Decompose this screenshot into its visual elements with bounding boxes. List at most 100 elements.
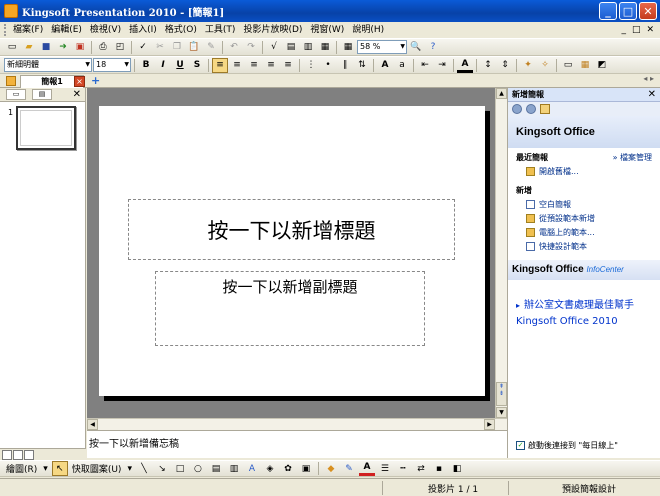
menu-edit[interactable]: 編輯(E)	[47, 22, 86, 38]
quick-design-link[interactable]: 快捷設計範本	[508, 238, 660, 252]
3d-icon[interactable]: ◧	[449, 461, 465, 476]
new-from-template-link[interactable]: 從預設範本新增	[508, 210, 660, 224]
new-tab-icon[interactable]: +	[91, 75, 102, 87]
share-icon[interactable]: ➜	[55, 40, 71, 55]
page-nav-icon[interactable]: ⇞ ⇟	[496, 382, 507, 406]
new-blank-link[interactable]: 空白簡報	[508, 196, 660, 210]
back-icon[interactable]	[512, 104, 522, 114]
tab-close-icon[interactable]: ×	[74, 76, 85, 87]
draw-menu-button[interactable]: 繪圖(R)	[4, 462, 39, 475]
line-icon[interactable]: ╲	[136, 461, 152, 476]
menu-view[interactable]: 檢視(V)	[86, 22, 125, 38]
grow-font-icon[interactable]: A	[377, 58, 393, 73]
bold-button[interactable]: B	[138, 58, 154, 73]
textbox-icon[interactable]: ▤	[208, 461, 224, 476]
mdi-close-button[interactable]: ✕	[646, 22, 654, 38]
scroll-up-icon[interactable]: ▲	[496, 88, 507, 99]
scroll-right-icon[interactable]: ▶	[484, 419, 495, 430]
shadow-icon[interactable]: ▪	[431, 461, 447, 476]
columns-icon[interactable]: ∥	[337, 58, 353, 73]
slide-thumbnail[interactable]	[16, 106, 76, 150]
slideshow-view-icon[interactable]	[24, 450, 34, 460]
bullets-icon[interactable]: •	[320, 58, 336, 73]
normal-view-icon[interactable]	[2, 450, 12, 460]
menu-slideshow[interactable]: 投影片放映(D)	[239, 22, 306, 38]
vertical-scrollbar[interactable]: ▲ ⇞ ⇟ ▼	[495, 88, 507, 418]
formula-icon[interactable]: √	[266, 40, 282, 55]
computer-templates-link[interactable]: 電腦上的範本...	[508, 224, 660, 238]
shrink-font-icon[interactable]: a	[394, 58, 410, 73]
arrow-style-icon[interactable]: ⇄	[413, 461, 429, 476]
rectangle-icon[interactable]: □	[172, 461, 188, 476]
find-icon[interactable]: 🔍	[408, 40, 424, 55]
increase-indent-icon[interactable]: ⇥	[434, 58, 450, 73]
title-placeholder[interactable]: 按一下以新增標題	[128, 199, 455, 260]
vertical-textbox-icon[interactable]: ▥	[226, 461, 242, 476]
forward-icon[interactable]	[526, 104, 536, 114]
zoom-select[interactable]: 58 %	[357, 40, 407, 54]
font-size-select[interactable]: 18	[93, 58, 131, 72]
slide-layout-icon[interactable]: ▦	[577, 58, 593, 73]
file-manage-link[interactable]: » 檔案管理	[613, 152, 652, 163]
underline-button[interactable]: U	[172, 58, 188, 73]
maximize-button[interactable]: □	[619, 2, 637, 20]
pdf-export-icon[interactable]: ▣	[72, 40, 88, 55]
animation-icon[interactable]: ✧	[537, 58, 553, 73]
distribute-icon[interactable]: ≡	[280, 58, 296, 73]
copy-icon[interactable]: ❐	[169, 40, 185, 55]
home-icon[interactable]	[540, 104, 550, 114]
format-painter-icon[interactable]: ✎	[203, 40, 219, 55]
close-button[interactable]: ✕	[639, 2, 657, 20]
task-pane-close-icon[interactable]: ✕	[648, 89, 656, 100]
spellcheck-icon[interactable]: ✓	[135, 40, 151, 55]
diagram-icon[interactable]: ◈	[262, 461, 278, 476]
scroll-down-icon[interactable]: ▼	[496, 407, 507, 418]
save-icon[interactable]: ■	[38, 40, 54, 55]
scroll-left-icon[interactable]: ◀	[87, 419, 98, 430]
menu-window[interactable]: 視窗(W)	[306, 22, 348, 38]
menu-file[interactable]: 檔案(F)	[9, 22, 47, 38]
font-name-select[interactable]: 新細明體	[4, 58, 92, 72]
tab-slides[interactable]: ▭	[6, 89, 26, 100]
fill-color-icon[interactable]: ◆	[323, 461, 339, 476]
numbering-icon[interactable]: ⋮	[303, 58, 319, 73]
new-document-icon[interactable]: ▭	[4, 40, 20, 55]
new-slide-icon[interactable]: ▭	[560, 58, 576, 73]
insert-table-icon[interactable]: ▦	[317, 40, 333, 55]
menu-grip[interactable]	[4, 24, 7, 36]
menu-insert[interactable]: 插入(I)	[125, 22, 161, 38]
mdi-minimize-button[interactable]: _	[621, 22, 626, 38]
subtitle-placeholder[interactable]: 按一下以新增副標題	[155, 271, 425, 346]
align-right-icon[interactable]: ≡	[246, 58, 262, 73]
ellipse-icon[interactable]: ○	[190, 461, 206, 476]
line-spacing-icon[interactable]: ↕	[480, 58, 496, 73]
line-style-icon[interactable]: ☰	[377, 461, 393, 476]
slide-sorter-icon[interactable]	[13, 450, 23, 460]
horizontal-scrollbar[interactable]: ◀ ▶	[87, 418, 507, 430]
slide-canvas[interactable]: 按一下以新增標題 按一下以新增副標題	[99, 106, 485, 396]
line-color-icon[interactable]: ✎	[341, 461, 357, 476]
autoshapes-arrow-icon[interactable]: ▾	[125, 464, 134, 474]
justify-icon[interactable]: ≡	[263, 58, 279, 73]
print-preview-icon[interactable]: ◰	[112, 40, 128, 55]
mdi-restore-button[interactable]: □	[632, 22, 641, 38]
align-left-icon[interactable]: ≡	[212, 57, 228, 73]
startup-connect-checkbox[interactable]: ✓ 啟動後連接到 "每日線上"	[516, 440, 618, 451]
tab-scroll-arrows-icon[interactable]: ◂ ▸	[643, 74, 654, 83]
background-icon[interactable]: ◩	[594, 58, 610, 73]
undo-icon[interactable]: ↶	[226, 40, 242, 55]
align-center-icon[interactable]: ≡	[229, 58, 245, 73]
paragraph-spacing-icon[interactable]: ⇕	[497, 58, 513, 73]
autoshapes-button[interactable]: 快取圖案(U)	[70, 462, 124, 475]
picture-icon[interactable]: ▣	[298, 461, 314, 476]
wordart-icon[interactable]: A	[244, 461, 260, 476]
redo-icon[interactable]: ↷	[243, 40, 259, 55]
paste-icon[interactable]: 📋	[186, 40, 202, 55]
menu-help[interactable]: 說明(H)	[348, 22, 388, 38]
text-color-icon[interactable]: A	[358, 461, 375, 476]
notes-pane[interactable]: 按一下以新增備忘稿	[87, 430, 507, 458]
grid-icon[interactable]: ▦	[340, 40, 356, 55]
draw-menu-arrow-icon[interactable]: ▾	[41, 464, 50, 474]
font-color-icon[interactable]: A	[457, 58, 473, 73]
menu-format[interactable]: 格式(O)	[161, 22, 201, 38]
